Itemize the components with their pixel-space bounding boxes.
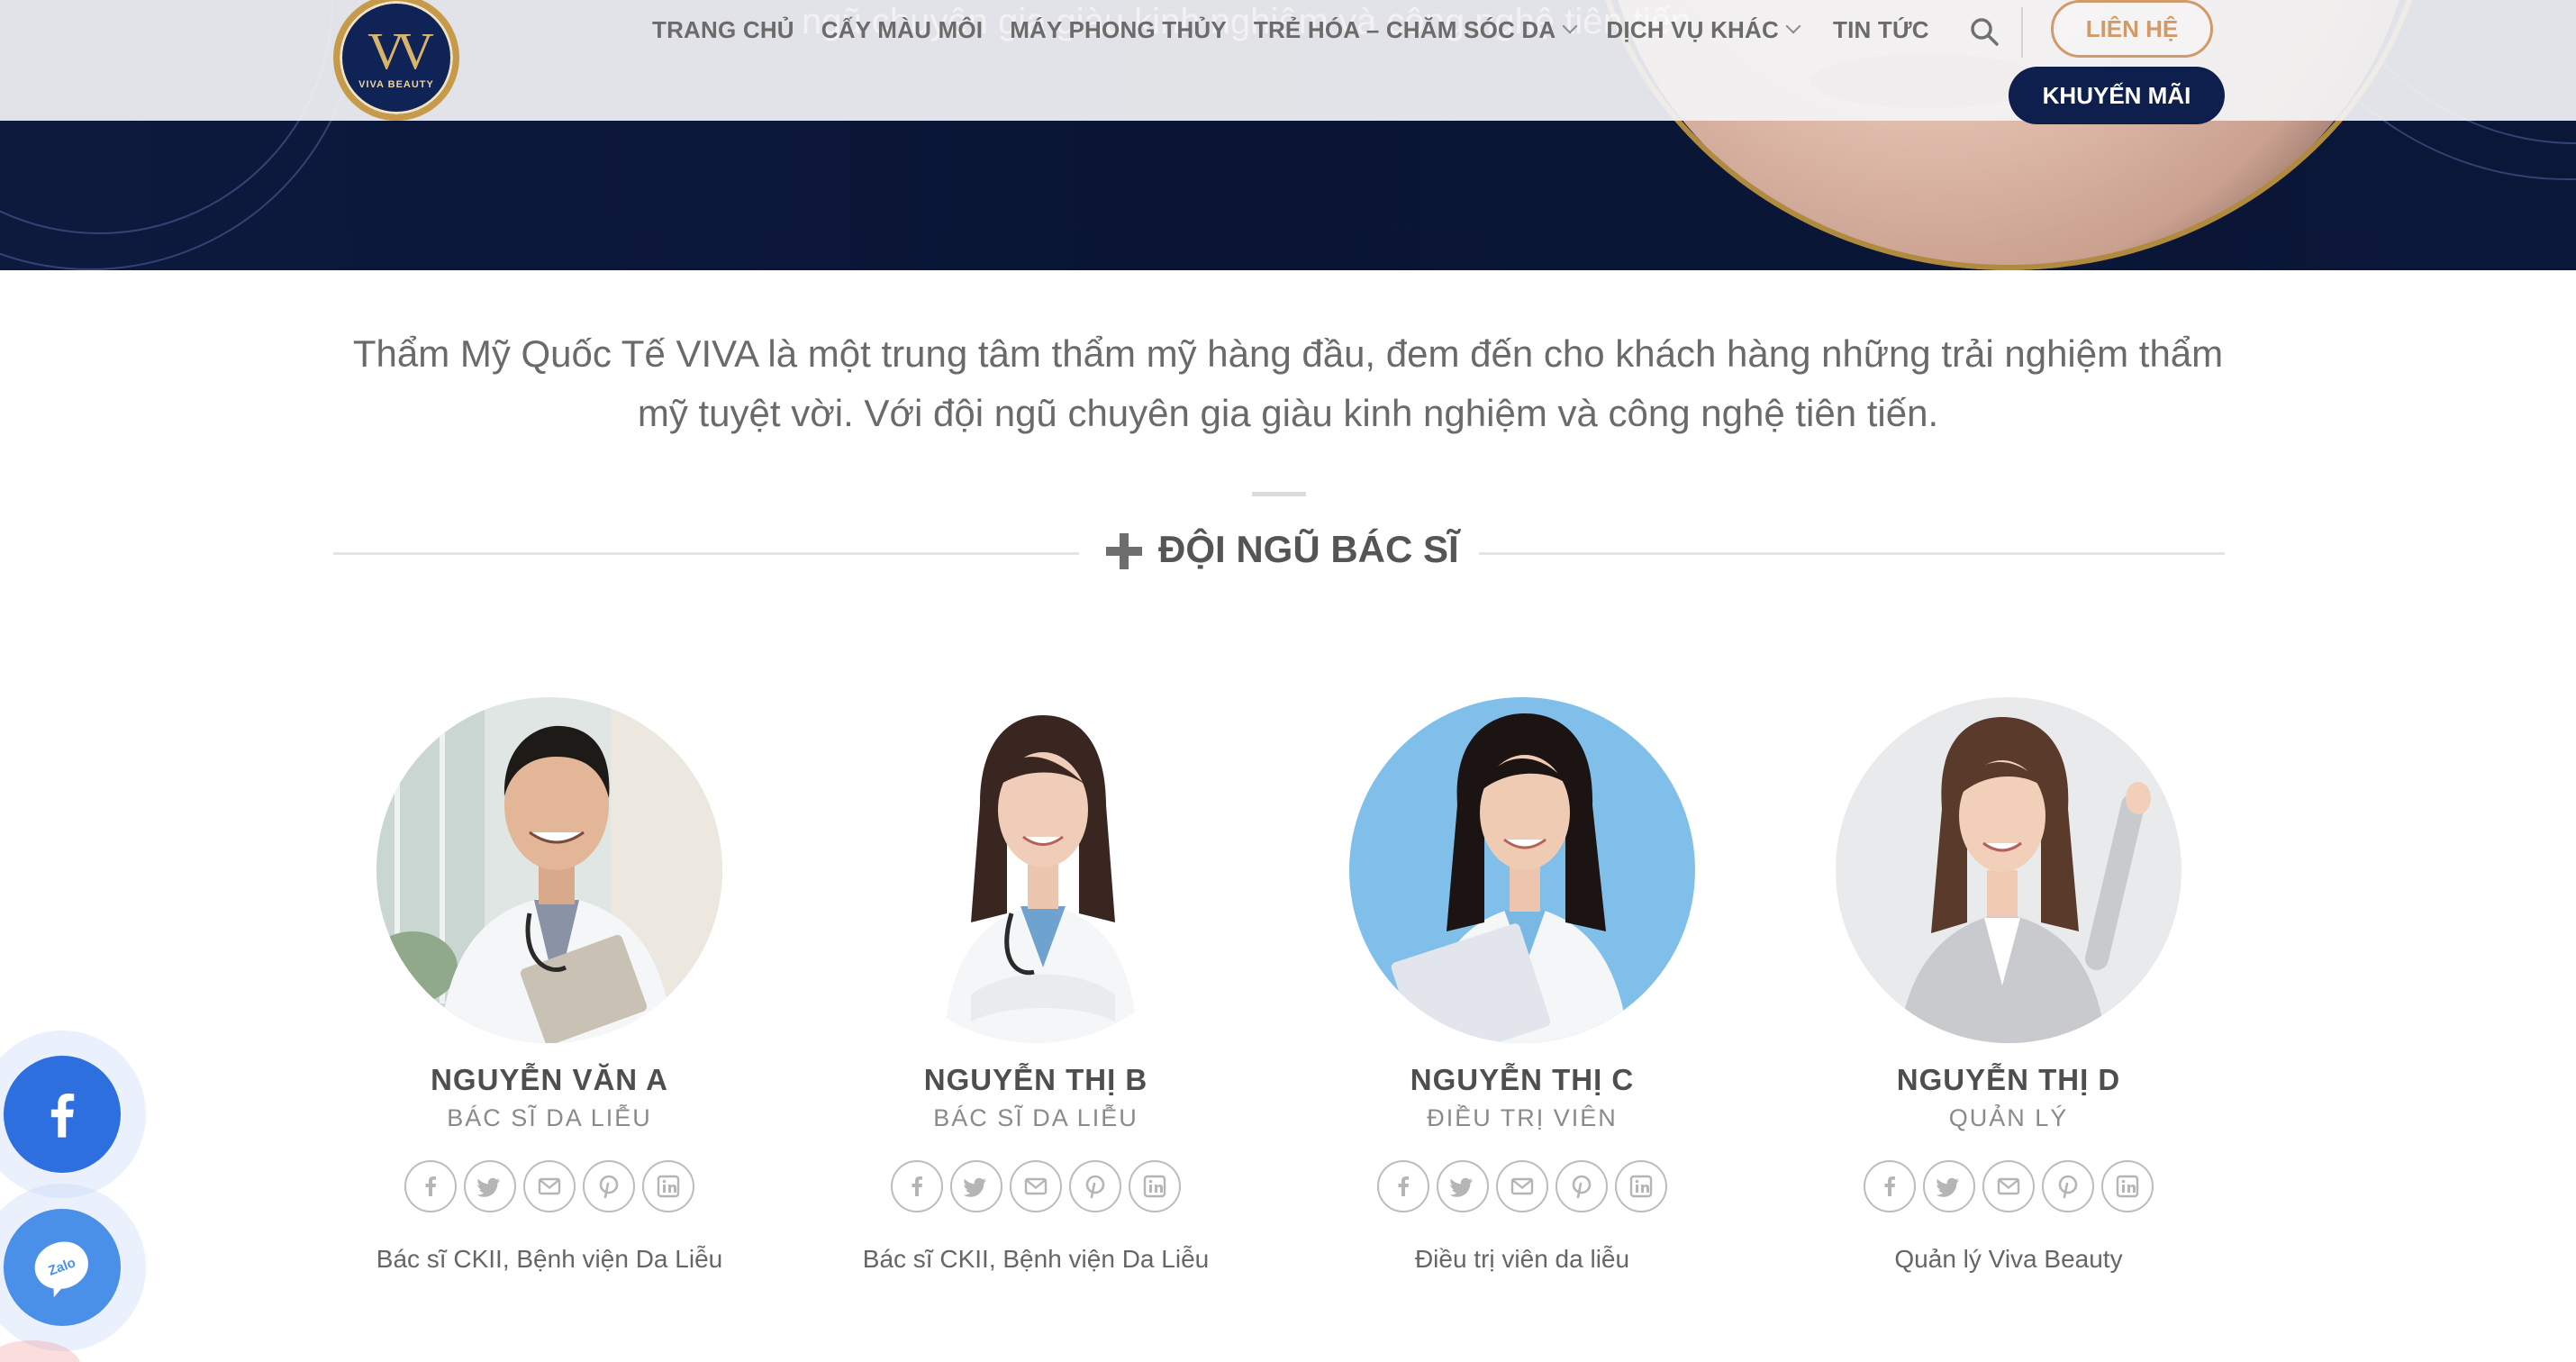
nav-item-lip-color[interactable]: CẤY MÀU MÔI: [821, 16, 983, 44]
section-title: ĐỘI NGŨ BÁC SĨ: [1158, 528, 1459, 570]
pinterest-icon[interactable]: [583, 1160, 635, 1212]
section-heading-doctors: ĐỘI NGŨ BÁC SĨ: [333, 524, 2225, 578]
pinterest-icon[interactable]: [1069, 1160, 1121, 1212]
member-description: Quản lý Viva Beauty: [1894, 1245, 2123, 1273]
nav-label: DỊCH VỤ KHÁC: [1606, 15, 1779, 43]
member-social-links: [820, 1160, 1252, 1212]
email-icon[interactable]: [523, 1160, 576, 1212]
contact-button[interactable]: LIÊN HỆ: [2051, 0, 2213, 58]
facebook-icon: [50, 1093, 75, 1138]
chevron-down-icon: [1562, 18, 1578, 34]
twitter-icon[interactable]: [1437, 1160, 1489, 1212]
email-icon[interactable]: [1982, 1160, 2035, 1212]
logo-monogram: VV: [367, 22, 434, 80]
nav-item-news[interactable]: TIN TỨC: [1833, 16, 1929, 44]
section-divider-accent: [1252, 492, 1306, 496]
member-description: Điều trị viên da liễu: [1414, 1245, 1630, 1273]
member-name: NGUYỄN THỊ C: [1410, 1063, 1635, 1096]
linkedin-icon[interactable]: [642, 1160, 694, 1212]
member-name: NGUYỄN THỊ D: [1896, 1063, 2121, 1096]
site-logo[interactable]: VV VIVA BEAUTY: [333, 0, 459, 121]
member-name: NGUYỄN VĂN A: [431, 1063, 668, 1096]
pinterest-icon[interactable]: [1556, 1160, 1608, 1212]
nav-label: CẤY MÀU MÔI: [821, 15, 984, 43]
facebook-icon[interactable]: [1864, 1160, 1916, 1212]
member-social-links: [1792, 1160, 2225, 1212]
member-photo: [1836, 697, 2181, 1043]
linkedin-icon[interactable]: [1129, 1160, 1181, 1212]
twitter-icon[interactable]: [464, 1160, 516, 1212]
member-description: Bác sĩ CKII, Bệnh viện Da Liễu: [862, 1245, 1210, 1273]
nav-label: TIN TỨC: [1832, 15, 1929, 43]
heading-line-right: [1479, 552, 2225, 555]
nav-label: TRẺ HÓA – CHĂM SÓC DA: [1253, 15, 1556, 43]
member-social-links: [333, 1160, 766, 1212]
member-photo: [376, 697, 722, 1043]
heading-line-left: [333, 552, 1079, 555]
member-role: QUẢN LÝ: [1948, 1104, 2069, 1131]
plus-icon: [1106, 533, 1142, 569]
intro-paragraph: Thẩm Mỹ Quốc Tế VIVA là một trung tâm th…: [352, 332, 2224, 434]
nav-item-skin-care[interactable]: TRẺ HÓA – CHĂM SÓC DA: [1253, 15, 1578, 44]
member-photo: [1349, 697, 1695, 1043]
team-grid: NGUYỄN VĂN A BÁC SĨ DA LIỄU Bác sĩ CKII,…: [0, 697, 2576, 1328]
member-social-links: [1306, 1160, 1738, 1212]
logo-text: VIVA BEAUTY: [358, 79, 434, 90]
facebook-icon[interactable]: [1377, 1160, 1429, 1212]
pinterest-icon[interactable]: [2042, 1160, 2094, 1212]
twitter-icon[interactable]: [950, 1160, 1002, 1212]
member-description: Bác sĩ CKII, Bệnh viện Da Liễu: [376, 1245, 723, 1273]
email-icon[interactable]: [1010, 1160, 1062, 1212]
member-role: BÁC SĨ DA LIỄU: [447, 1104, 652, 1131]
promotion-button[interactable]: KHUYẾN MÃI: [2009, 67, 2225, 124]
linkedin-icon[interactable]: [2101, 1160, 2154, 1212]
nav-label: MÁY PHONG THỦY: [1010, 15, 1227, 43]
search-icon[interactable]: [1969, 16, 2000, 47]
twitter-icon[interactable]: [1923, 1160, 1975, 1212]
member-role: ĐIỀU TRỊ VIÊN: [1427, 1104, 1618, 1131]
email-icon[interactable]: [1496, 1160, 1548, 1212]
header-divider: [2021, 7, 2023, 58]
chevron-down-icon: [1785, 18, 1801, 34]
facebook-icon[interactable]: [404, 1160, 457, 1212]
member-role: BÁC SĨ DA LIỄU: [933, 1104, 1138, 1131]
member-photo: [863, 697, 1209, 1043]
nav-item-fengshui-device[interactable]: MÁY PHONG THỦY: [1010, 16, 1227, 44]
nav-label: TRANG CHỦ: [652, 15, 794, 43]
facebook-icon[interactable]: [891, 1160, 943, 1212]
nav-item-other-services[interactable]: DỊCH VỤ KHÁC: [1606, 15, 1801, 44]
main-nav: TRANG CHỦ CẤY MÀU MÔI MÁY PHONG THỦY TRẺ…: [652, 13, 1929, 47]
member-name: NGUYỄN THỊ B: [923, 1063, 1148, 1096]
zalo-icon: Zalo: [34, 1241, 88, 1298]
linkedin-icon[interactable]: [1615, 1160, 1667, 1212]
nav-item-home[interactable]: TRANG CHỦ: [652, 16, 794, 44]
